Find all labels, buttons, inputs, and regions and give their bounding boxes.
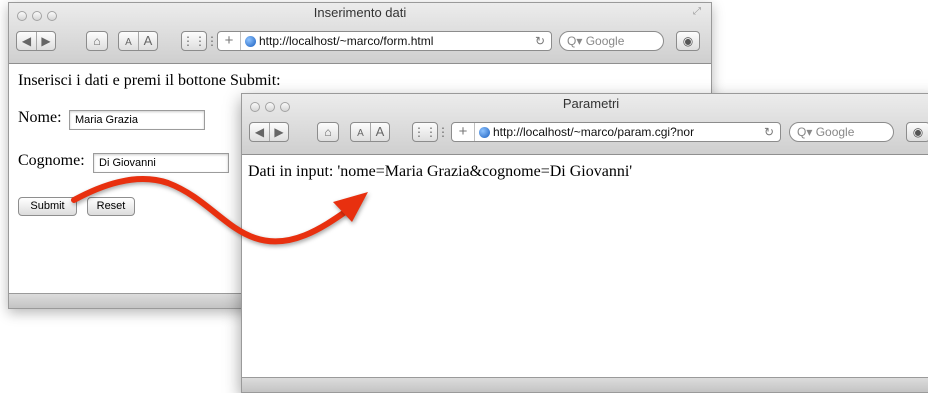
text-smaller-button[interactable]: A <box>119 34 138 52</box>
window-controls <box>17 8 62 26</box>
window-title: Inserimento dati <box>313 5 407 20</box>
address-bar[interactable]: + http://localhost/~marco/param.cgi?nor ↻ <box>451 122 781 142</box>
globe-icon <box>479 127 490 138</box>
instructions-text: Inserisci i dati e premi il bottone Subm… <box>18 72 281 89</box>
url-text: http://localhost/~marco/param.cgi?nor <box>493 125 695 139</box>
search-icon: Q▾ <box>567 34 583 48</box>
cognome-label: Cognome: <box>18 152 85 169</box>
search-placeholder: Google <box>815 125 855 139</box>
globe-icon <box>245 36 256 47</box>
window-controls <box>250 99 295 117</box>
window-chrome: Parametri ◀ ▶ ⌂ AA ⋮⋮⋮ + http://localhost/… <box>242 94 928 155</box>
back-forward-buttons: ◀ ▶ <box>249 122 289 142</box>
downloads-icon[interactable]: ◉ <box>676 31 700 51</box>
add-bookmark-icon[interactable]: + <box>218 32 241 50</box>
text-size-buttons: AA <box>118 31 158 51</box>
reset-button[interactable]: Reset <box>87 197 135 216</box>
page-content: Dati in input: 'nome=Maria Grazia&cognom… <box>242 155 928 378</box>
cognome-input[interactable]: Di Giovanni <box>93 153 229 173</box>
text-larger-button[interactable]: A <box>138 32 157 50</box>
nome-label: Nome: <box>18 109 62 126</box>
submit-button[interactable]: Submit <box>18 197 77 216</box>
search-placeholder: Google <box>585 34 625 48</box>
zoom-window-button[interactable] <box>280 102 290 112</box>
close-window-button[interactable] <box>250 102 260 112</box>
grid-icon[interactable]: ⋮⋮⋮ <box>181 31 218 51</box>
window-chrome: Inserimento dati ⤢ ◀ ▶ ⌂ AA ⋮⋮⋮ + http://l… <box>9 3 711 64</box>
back-icon[interactable]: ◀ <box>17 32 36 50</box>
reload-icon[interactable]: ↻ <box>760 123 774 141</box>
resize-icon[interactable]: ⤢ <box>693 6 705 18</box>
text-size-buttons: AA <box>350 122 390 142</box>
back-icon[interactable]: ◀ <box>250 123 269 141</box>
toolbar: ◀ ▶ ⌂ AA ⋮⋮⋮ + http://localhost/~marco/par… <box>242 118 928 148</box>
url-text: http://localhost/~marco/form.html <box>259 34 434 48</box>
nome-input[interactable]: Maria Grazia <box>69 110 205 130</box>
search-field[interactable]: Q▾ Google <box>789 122 894 142</box>
grid-icon[interactable]: ⋮⋮⋮ <box>412 122 449 142</box>
text-larger-button[interactable]: A <box>370 123 389 141</box>
home-icon[interactable]: ⌂ <box>317 122 339 142</box>
back-forward-buttons: ◀ ▶ <box>16 31 56 51</box>
window-title: Parametri <box>562 96 620 111</box>
reload-icon[interactable]: ↻ <box>531 32 545 50</box>
browser-window-result: Parametri ◀ ▶ ⌂ AA ⋮⋮⋮ + http://localhost/… <box>241 93 928 393</box>
forward-icon[interactable]: ▶ <box>269 123 288 141</box>
zoom-window-button[interactable] <box>47 11 57 21</box>
home-icon[interactable]: ⌂ <box>86 31 108 51</box>
minimize-window-button[interactable] <box>265 102 275 112</box>
search-icon: Q▾ <box>797 125 813 139</box>
output-text: Dati in input: 'nome=Maria Grazia&cognom… <box>248 163 633 180</box>
downloads-icon[interactable]: ◉ <box>906 122 928 142</box>
close-window-button[interactable] <box>17 11 27 21</box>
search-field[interactable]: Q▾ Google <box>559 31 664 51</box>
text-smaller-button[interactable]: A <box>351 125 370 143</box>
add-bookmark-icon[interactable]: + <box>452 123 475 141</box>
minimize-window-button[interactable] <box>32 11 42 21</box>
address-bar[interactable]: + http://localhost/~marco/form.html ↻ <box>217 31 552 51</box>
toolbar: ◀ ▶ ⌂ AA ⋮⋮⋮ + http://localhost/~marco/for… <box>9 27 711 57</box>
forward-icon[interactable]: ▶ <box>36 32 55 50</box>
